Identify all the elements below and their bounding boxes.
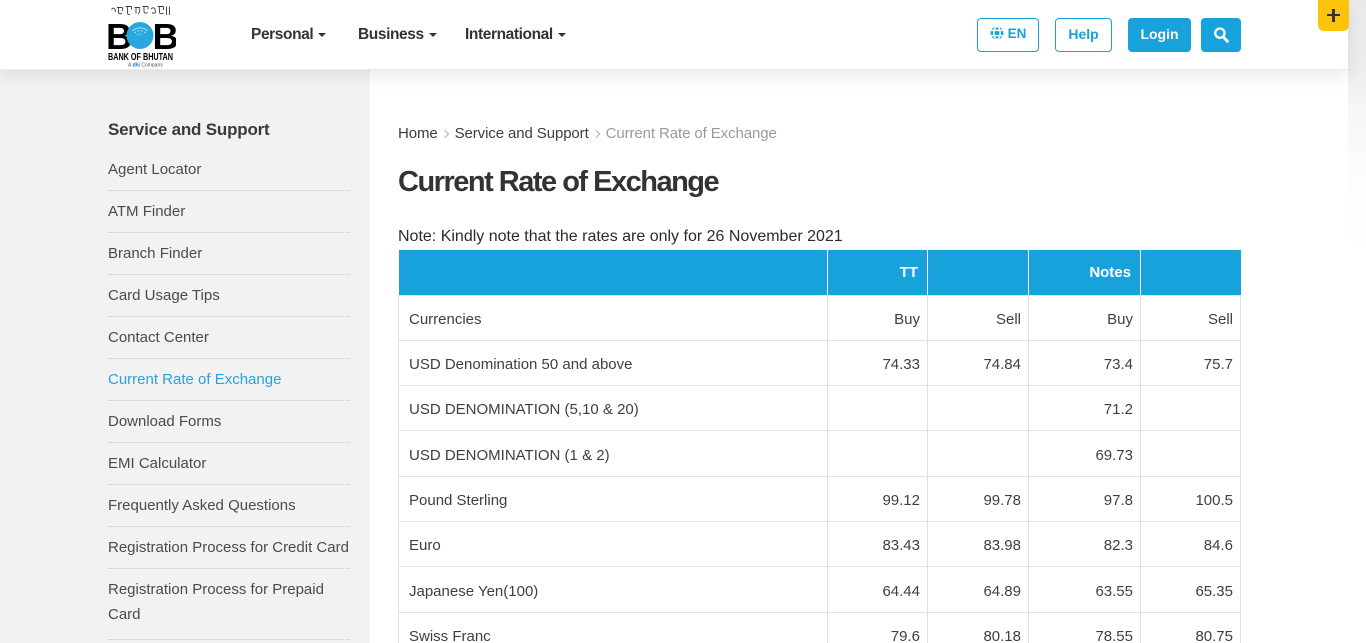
- svg-text:A dhi Company: A dhi Company: [128, 63, 163, 68]
- svg-text:BANK OF BHUTAN: BANK OF BHUTAN: [108, 52, 173, 63]
- svg-text:B: B: [153, 16, 177, 57]
